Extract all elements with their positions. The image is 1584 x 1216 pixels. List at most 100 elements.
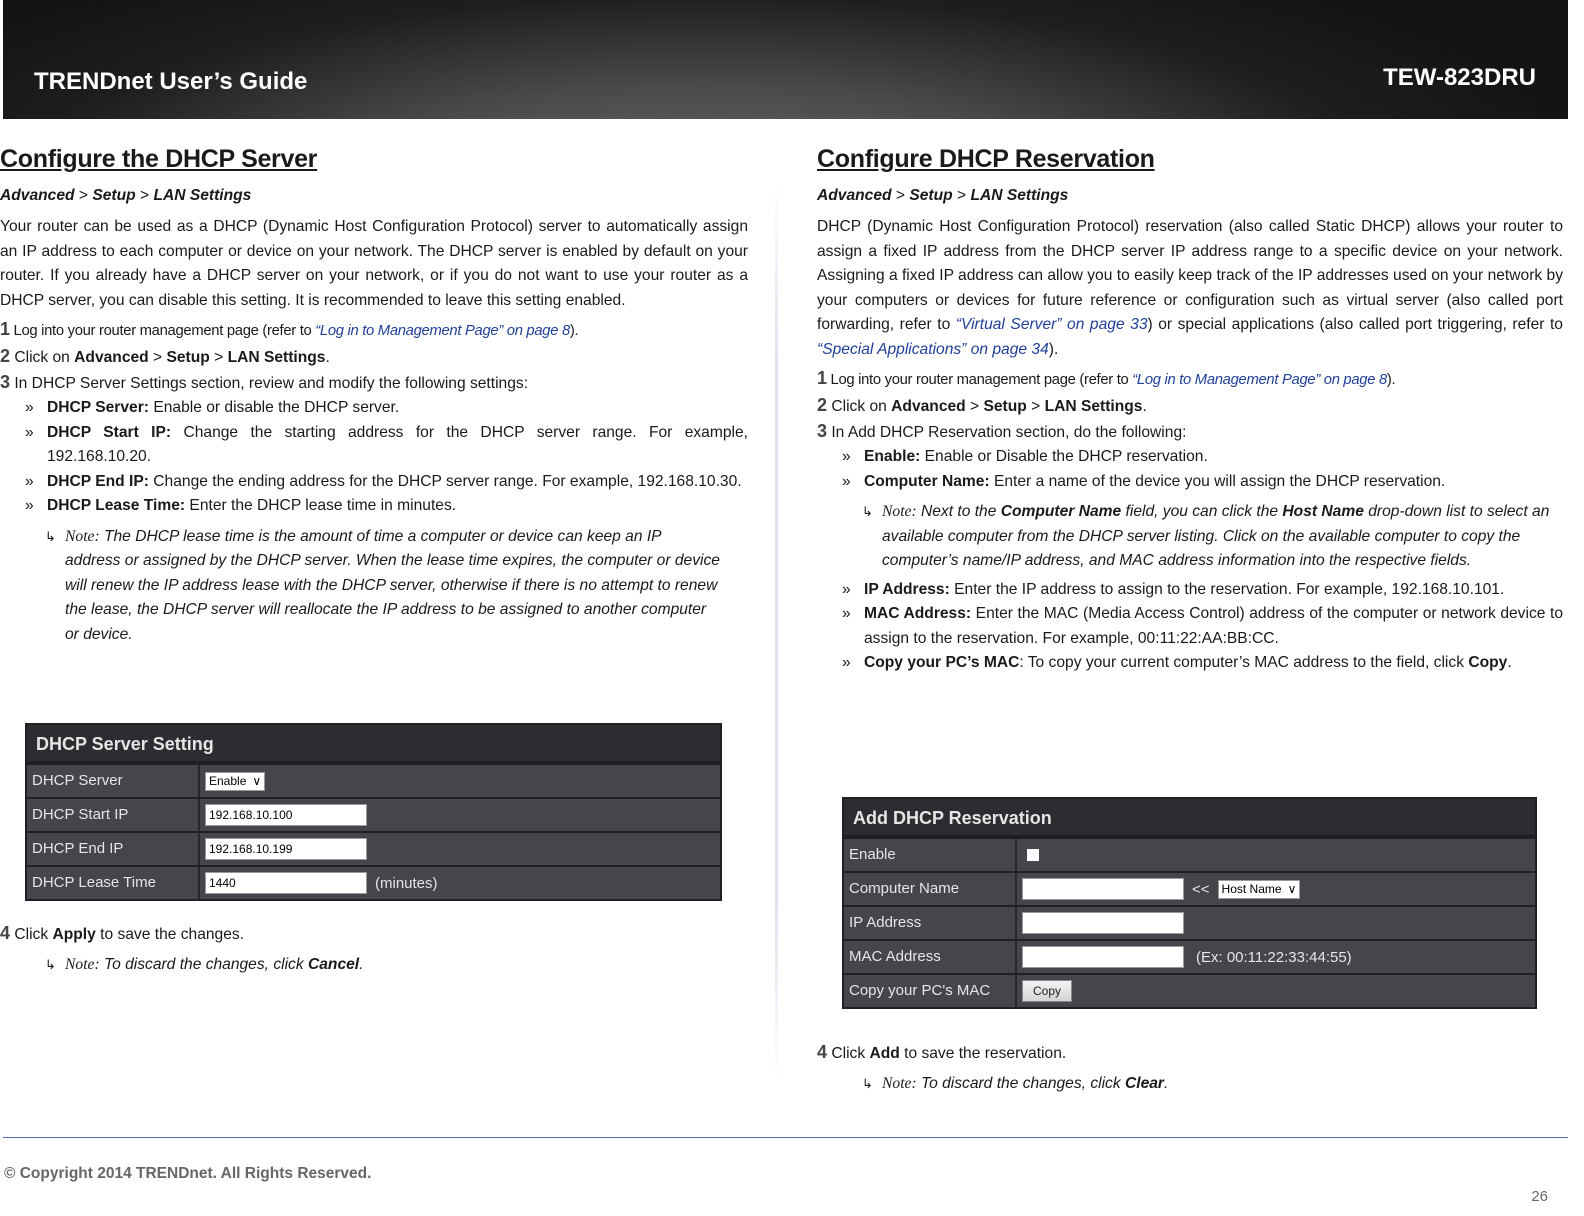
bullet-text: Enter the DHCP lease time in minutes. (185, 497, 457, 514)
crumb-setup: Setup (92, 187, 136, 204)
note-label: Note: (65, 956, 100, 973)
crumb-setup: Setup (909, 187, 953, 204)
step-1: 1 Log into your router management page (… (817, 366, 1563, 393)
section-title: Configure DHCP Reservation (817, 145, 1155, 173)
page-link[interactable]: “Log in to Management Page” on page 8 (1132, 372, 1387, 388)
step-4: 4 Click Apply to save the changes. (0, 921, 748, 947)
mac-example-hint: (Ex: 00:11:22:33:44:55) (1196, 948, 1352, 966)
note: ↳ Note: The DHCP lease time is the amount… (0, 525, 720, 648)
crumb-lan-settings: LAN Settings (153, 187, 252, 204)
note: ↳ Note: To discard the changes, click Cle… (817, 1072, 1563, 1097)
step-number: 1 (0, 319, 10, 339)
step-text: ). (569, 323, 579, 339)
end-ip-input[interactable]: 192.168.10.199 (205, 838, 367, 860)
bullet-label: DHCP Server: (47, 399, 149, 416)
copy-button[interactable]: Copy (1022, 980, 1073, 1002)
note-text: . (1164, 1075, 1169, 1092)
row-lease-time: DHCP Lease Time 1440 (minutes) (27, 865, 720, 899)
dhcp-server-setting-panel: DHCP Server Setting DHCP Server Enable ∨ D… (25, 723, 722, 901)
note-text: Next to the (916, 503, 1001, 520)
left-column: Configure the DHCP Server Advanced > Set… (0, 145, 748, 973)
step-2: 2 Click on Advanced > Setup > LAN Settin… (0, 344, 748, 370)
row-label: DHCP Start IP (27, 799, 200, 831)
start-ip-input[interactable]: 192.168.10.100 (205, 804, 367, 826)
dhcp-server-select[interactable]: Enable ∨ (205, 771, 266, 791)
lease-time-input[interactable]: 1440 (205, 872, 367, 894)
sep: > (209, 349, 228, 366)
select-value: Host Name (1221, 881, 1282, 896)
step-number: 1 (817, 368, 827, 388)
note-text: To discard the changes, click (99, 956, 308, 973)
row-dhcp-server: DHCP Server Enable ∨ (27, 763, 720, 797)
chevron-down-icon: ∨ (1287, 881, 1297, 896)
step-number: 2 (817, 395, 828, 415)
section-title: Configure the DHCP Server (0, 145, 318, 173)
bullet-item: » IP Address: Enter the IP address to ass… (817, 578, 1563, 603)
step-text: to save the reservation. (899, 1045, 1067, 1062)
ip-address-input[interactable] (1022, 912, 1184, 934)
bullet-label: DHCP Start IP: (47, 423, 172, 441)
enable-checkbox[interactable] (1027, 849, 1039, 861)
bullet-marker: » (25, 423, 34, 441)
mac-address-input[interactable] (1022, 946, 1184, 968)
row-label: IP Address (844, 907, 1017, 939)
bullet-marker: » (842, 654, 851, 671)
row-label: MAC Address (844, 941, 1017, 973)
bullet-label: MAC Address: (864, 605, 972, 622)
bullet-bold: Copy (1468, 654, 1508, 671)
breadcrumb: Advanced > Setup > LAN Settings (0, 184, 748, 208)
special-applications-link[interactable]: “Special Applications” on page 34 (817, 341, 1049, 358)
step-text: to save the changes. (95, 926, 245, 943)
bullet-marker: » (842, 605, 851, 622)
step-text: . (325, 349, 330, 366)
step-text: Click (10, 926, 53, 943)
copy-arrows: << (1192, 880, 1210, 898)
bullet-marker: » (842, 472, 851, 490)
bullet-marker: » (842, 580, 851, 598)
host-name-select[interactable]: Host Name ∨ (1217, 879, 1301, 899)
row-label: Computer Name (844, 873, 1017, 905)
bullet-text: Enter a name of the device you will assi… (989, 472, 1446, 490)
menu-setup: Setup (983, 398, 1027, 415)
step-number: 2 (0, 346, 11, 366)
note-text: To discard the changes, click (916, 1075, 1125, 1092)
intro-paragraph: DHCP (Dynamic Host Configuration Protoco… (817, 215, 1563, 362)
panel-title: DHCP Server Setting (27, 725, 720, 763)
cancel-label: Cancel (307, 956, 360, 973)
row-start-ip: DHCP Start IP 192.168.10.100 (27, 797, 720, 831)
computer-name-input[interactable] (1022, 878, 1184, 900)
step-number: 3 (817, 421, 828, 441)
row-label: DHCP Server (27, 765, 200, 797)
bullet-text: Enable or Disable the DHCP reservation. (920, 448, 1208, 465)
crumb-advanced: Advanced (0, 187, 75, 204)
step-text: ). (1386, 372, 1396, 388)
note-label: Note: (882, 1075, 917, 1092)
note-text: field, you can click the (1121, 503, 1283, 520)
bullet-label: Enable: (864, 448, 921, 465)
clear-label: Clear (1124, 1075, 1164, 1092)
step-1: 1 Log into your router management page (… (0, 317, 748, 344)
step-text: In Add DHCP Reservation section, do the … (827, 424, 1187, 441)
note-arrow-icon: ↳ (862, 1076, 873, 1091)
bullet-item: » Copy your PC’s MAC: To copy your curren… (817, 651, 1563, 676)
note-text: . (359, 956, 364, 973)
bullet-item: » DHCP Start IP: Change the starting addr… (0, 421, 748, 470)
bullet-text: Enter the IP address to assign to the re… (949, 580, 1505, 598)
column-divider (775, 180, 778, 1085)
sep: > (965, 398, 984, 415)
note-bold: Host Name (1282, 503, 1364, 520)
intro-text: ) or special applications (also called p… (1147, 316, 1563, 333)
virtual-server-link[interactable]: “Virtual Server” on page 33 (956, 316, 1148, 333)
crumb-advanced: Advanced (817, 187, 892, 204)
step-number: 3 (0, 372, 11, 392)
menu-lan-settings: LAN Settings (1044, 398, 1143, 415)
sep: > (148, 349, 167, 366)
page-link[interactable]: “Log in to Management Page” on page 8 (315, 323, 570, 339)
intro-text: ). (1048, 340, 1059, 358)
step-text: Log into your router management page (re… (826, 372, 1133, 388)
bullet-marker: » (842, 448, 851, 465)
intro-paragraph: Your router can be used as a DHCP (Dynam… (0, 218, 748, 309)
footer-divider (3, 1137, 1568, 1138)
add-dhcp-reservation-panel: Add DHCP Reservation Enable Computer Nam… (842, 797, 1537, 1009)
note: ↳ Note: To discard the changes, click Can… (0, 953, 748, 978)
